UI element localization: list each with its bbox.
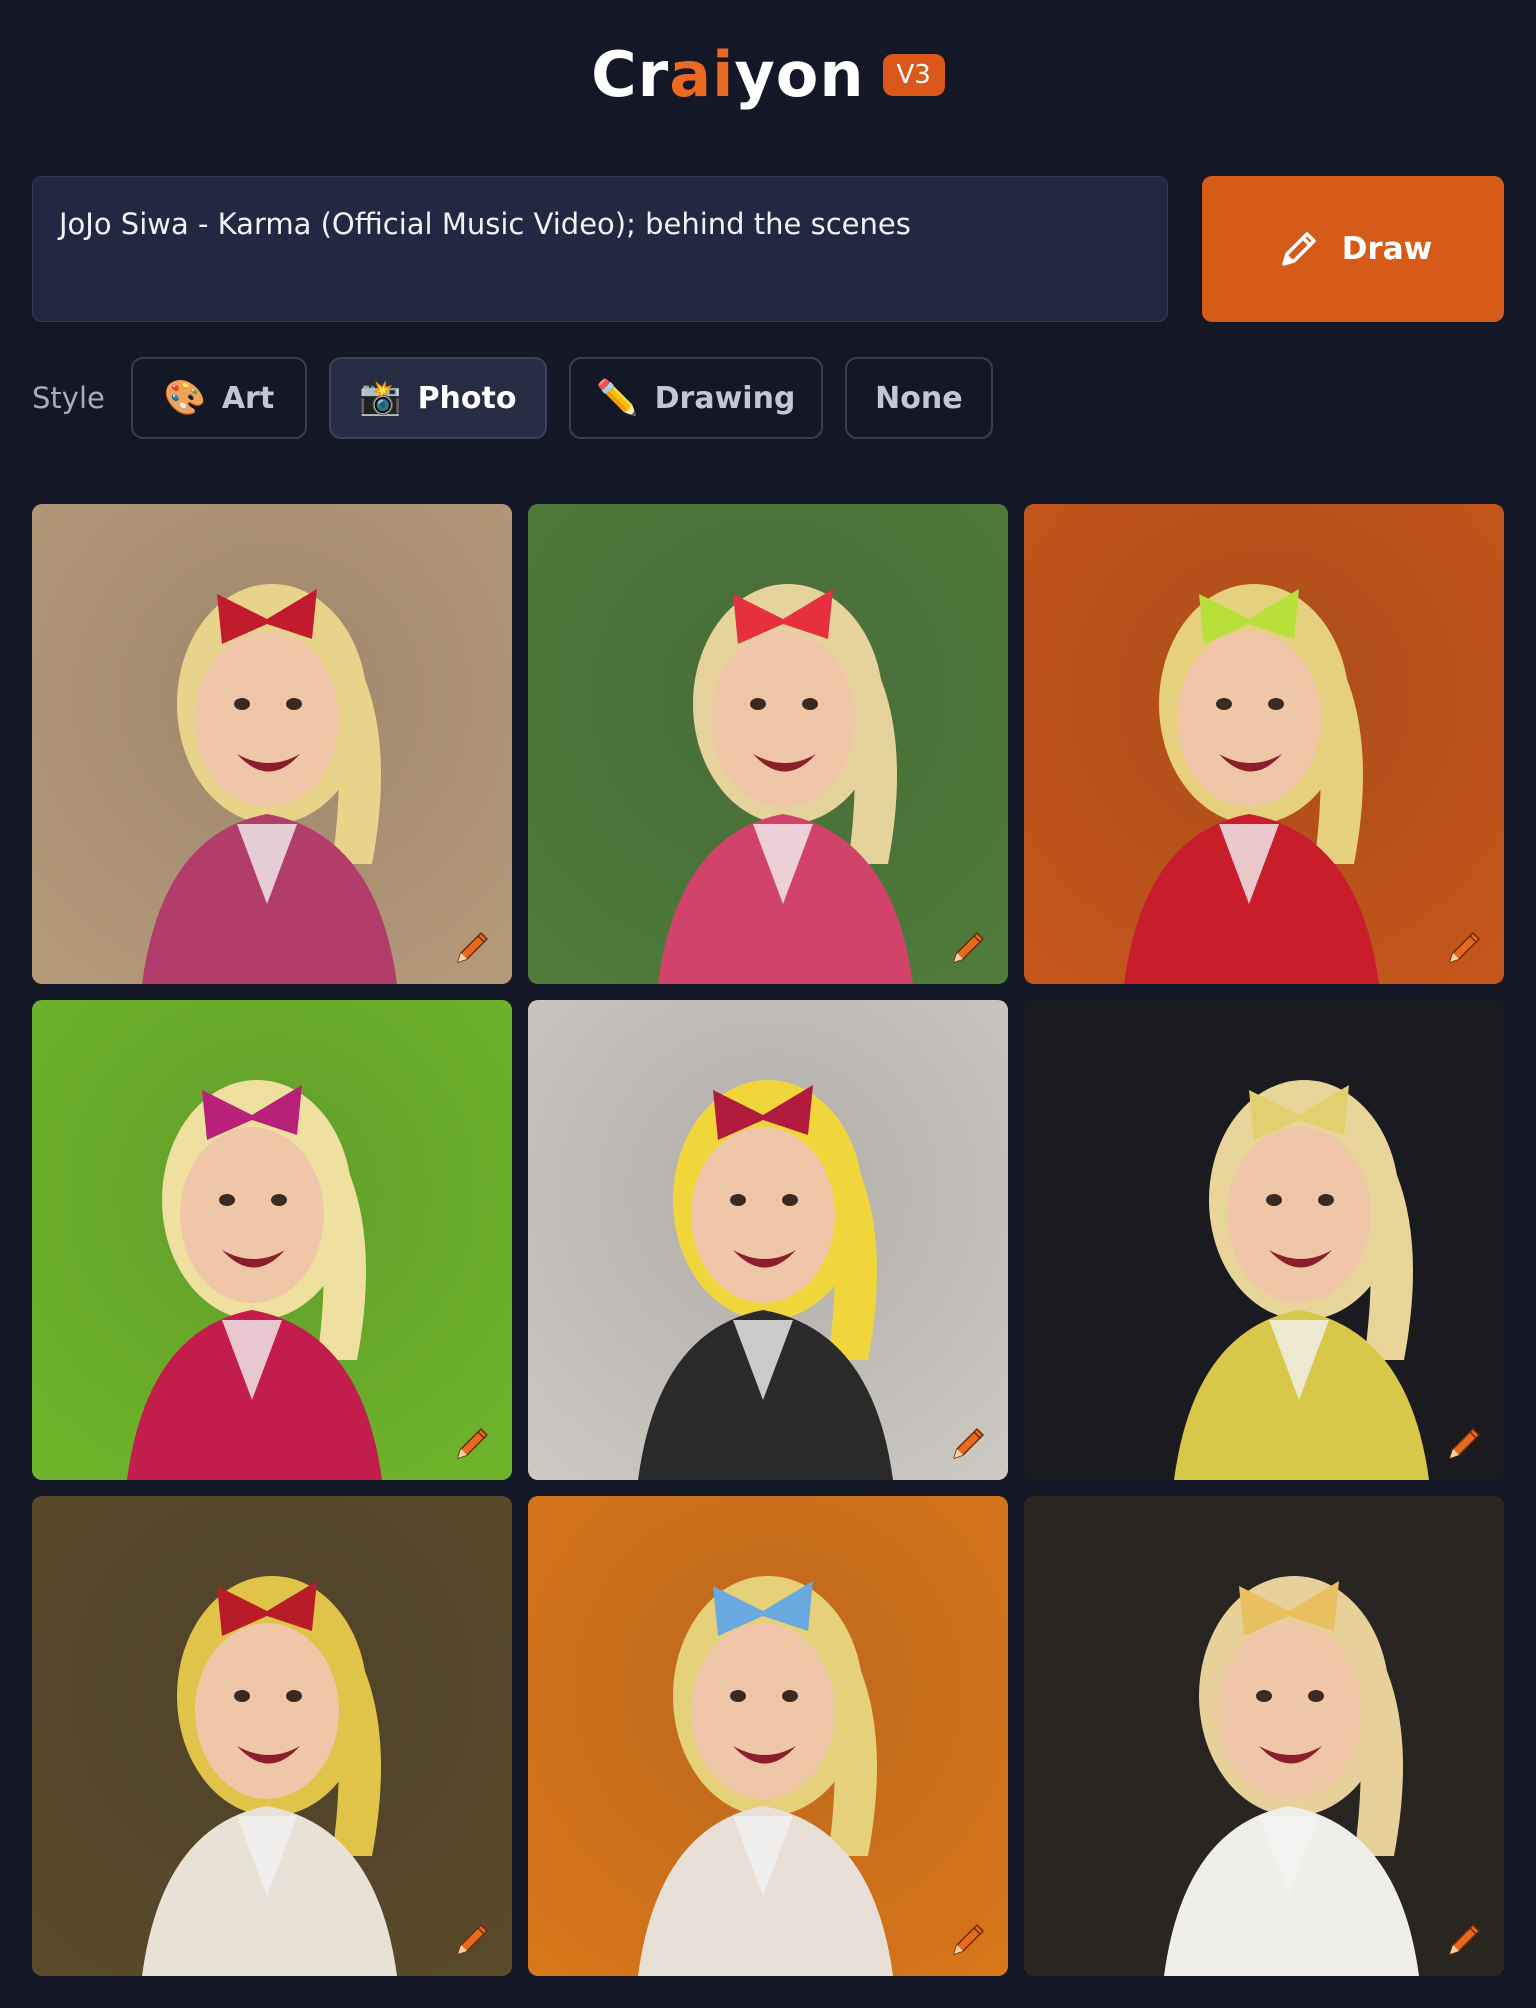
style-option-label: Art: [221, 380, 275, 416]
style-option-label: Photo: [417, 380, 517, 416]
edit-pencil-icon[interactable]: [948, 1420, 992, 1464]
results-grid: [32, 504, 1504, 1976]
generated-image[interactable]: [32, 1496, 512, 1976]
generated-image[interactable]: [32, 1000, 512, 1480]
generated-image[interactable]: [528, 1496, 1008, 1976]
pencil-icon: [1281, 232, 1316, 266]
generated-image[interactable]: [32, 504, 512, 984]
edit-pencil-icon[interactable]: [948, 924, 992, 968]
style-option-none[interactable]: None: [844, 357, 993, 439]
edit-pencil-icon[interactable]: [1444, 1916, 1488, 1960]
craiyon-logo[interactable]: Craiyon: [591, 44, 864, 106]
style-label: Style: [32, 381, 105, 415]
generated-image-content: [1024, 1496, 1504, 1976]
edit-pencil-icon[interactable]: [1444, 1420, 1488, 1464]
prompt-input[interactable]: JoJo Siwa - Karma (Official Music Video)…: [32, 176, 1168, 322]
style-selector: Style 🎨 Art 📸 Photo ✏️ Drawing None: [32, 356, 1015, 440]
draw-button-label: Draw: [1341, 231, 1433, 267]
style-option-photo[interactable]: 📸 Photo: [328, 357, 547, 439]
style-option-label: None: [875, 380, 963, 416]
generated-image-content: [32, 1000, 512, 1480]
generated-image-content: [1024, 1000, 1504, 1480]
generated-image[interactable]: [1024, 1000, 1504, 1480]
style-option-label: Drawing: [654, 380, 796, 416]
pencil-emoji-icon: ✏️: [596, 378, 639, 418]
generated-image[interactable]: [528, 1000, 1008, 1480]
edit-pencil-icon[interactable]: [452, 924, 496, 968]
generated-image-content: [528, 504, 1008, 984]
style-option-drawing[interactable]: ✏️ Drawing: [568, 357, 823, 439]
generated-image-content: [528, 1496, 1008, 1976]
header: Craiyon V3: [0, 44, 1536, 106]
edit-pencil-icon[interactable]: [452, 1420, 496, 1464]
camera-flash-icon: 📸: [359, 378, 402, 418]
version-badge: V3: [882, 54, 945, 96]
palette-icon: 🎨: [163, 378, 206, 418]
generated-image[interactable]: [528, 504, 1008, 984]
draw-button[interactable]: Draw: [1202, 176, 1504, 322]
edit-pencil-icon[interactable]: [452, 1916, 496, 1960]
generated-image[interactable]: [1024, 504, 1504, 984]
generated-image-content: [32, 1496, 512, 1976]
generated-image-content: [1024, 504, 1504, 984]
generated-image-content: [32, 504, 512, 984]
edit-pencil-icon[interactable]: [1444, 924, 1488, 968]
generated-image[interactable]: [1024, 1496, 1504, 1976]
edit-pencil-icon[interactable]: [948, 1916, 992, 1960]
style-option-art[interactable]: 🎨 Art: [130, 357, 307, 439]
generated-image-content: [528, 1000, 1008, 1480]
